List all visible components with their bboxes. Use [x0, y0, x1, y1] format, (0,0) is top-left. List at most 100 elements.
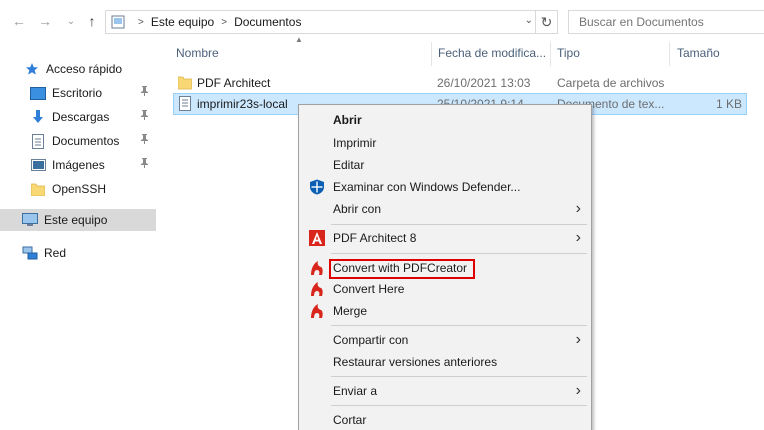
downloads-icon [30, 110, 46, 124]
sidebar-item-escritorio[interactable]: Escritorio [0, 82, 156, 104]
text-document-icon [179, 96, 191, 111]
sidebar-item-acceso-rapido[interactable]: Acceso rápido [0, 58, 156, 80]
sidebar-item-imagenes[interactable]: Imágenes [0, 154, 156, 176]
pin-icon [140, 86, 149, 99]
sidebar-item-openssh[interactable]: OpenSSH [0, 178, 156, 200]
computer-icon [111, 15, 125, 29]
sidebar-item-label: Documentos [52, 134, 120, 148]
file-type: Carpeta de archivos [557, 76, 665, 90]
windows-defender-icon [310, 179, 324, 195]
folder-icon [178, 76, 192, 90]
column-header-type[interactable]: Tipo [551, 40, 669, 66]
forward-arrow-icon: → [38, 13, 52, 29]
pdfcreator-icon [311, 261, 323, 275]
forward-button[interactable]: → [36, 12, 54, 30]
menu-item-convert-here[interactable]: Convert Here [301, 278, 589, 300]
pin-icon [140, 158, 149, 171]
up-arrow-icon: ↑ [88, 13, 96, 29]
menu-item-pdf-architect[interactable]: PDF Architect 8 › [301, 227, 589, 249]
star-icon [24, 62, 40, 76]
column-header-name[interactable]: Nombre [170, 40, 432, 66]
menu-item-merge[interactable]: Merge [301, 300, 589, 322]
refresh-icon: ↻ [540, 13, 553, 30]
pin-icon [140, 134, 149, 147]
sidebar-item-descargas[interactable]: Descargas [0, 106, 156, 128]
sidebar-item-este-equipo[interactable]: Este equipo [0, 209, 156, 231]
breadcrumb-este-equipo[interactable]: Este equipo [151, 15, 214, 29]
sidebar-item-label: Escritorio [52, 86, 103, 100]
back-arrow-icon: ← [12, 13, 26, 29]
up-button[interactable]: ↑ [83, 12, 101, 30]
pictures-icon [30, 158, 46, 172]
desktop-icon [30, 86, 46, 100]
file-name: PDF Architect [197, 76, 271, 90]
sidebar-item-red[interactable]: Red [0, 242, 156, 264]
back-button[interactable]: ← [10, 12, 28, 30]
menu-item-cortar[interactable]: Cortar [301, 409, 589, 430]
menu-item-label: Compartir con [333, 333, 409, 347]
column-divider[interactable] [669, 42, 670, 66]
file-name: imprimir23s-local [197, 97, 288, 111]
submenu-chevron-icon: › [575, 200, 581, 217]
menu-separator [331, 224, 587, 225]
menu-item-enviar-a[interactable]: Enviar a › [301, 380, 589, 402]
column-header-size[interactable]: Tamaño [671, 40, 751, 66]
column-header-label: Tipo [557, 46, 580, 60]
pdfcreator-icon [311, 282, 323, 296]
file-row-pdf-architect[interactable]: PDF Architect 26/10/2021 13:03 Carpeta d… [173, 72, 747, 94]
menu-item-compartir-con[interactable]: Compartir con › [301, 329, 589, 351]
chevron-down-icon: ⌄ [66, 15, 76, 27]
menu-item-label: Merge [333, 304, 368, 318]
file-size: 1 KB [715, 97, 742, 111]
menu-separator [331, 253, 587, 254]
address-bar[interactable]: > Este equipo > Documentos ⌄ ↻ [105, 10, 558, 34]
menu-separator [331, 376, 587, 377]
column-header-label: Tamaño [677, 46, 720, 60]
pdfcreator-icon [311, 304, 323, 318]
menu-item-label: Convert Here [333, 282, 405, 296]
menu-item-label: Abrir [333, 113, 362, 127]
menu-separator [331, 325, 587, 326]
file-date: 26/10/2021 13:03 [437, 76, 531, 90]
breadcrumb-separator-icon: > [138, 16, 144, 28]
column-header-label: Fecha de modifica... [438, 46, 547, 60]
sidebar-item-label: Imágenes [52, 158, 105, 172]
submenu-chevron-icon: › [575, 382, 581, 399]
search-input[interactable] [568, 10, 764, 34]
menu-item-restaurar-versiones[interactable]: Restaurar versiones anteriores [301, 351, 589, 373]
sidebar-item-documentos[interactable]: Documentos [0, 130, 156, 152]
menu-item-imprimir[interactable]: Imprimir [301, 132, 589, 154]
menu-item-label: Cortar [333, 413, 367, 427]
submenu-chevron-icon: › [575, 331, 581, 348]
sidebar-item-label: Acceso rápido [46, 62, 123, 76]
navigation-pane: Acceso rápido Escritorio Descargas Docum… [0, 44, 156, 430]
column-header-label: Nombre [176, 46, 219, 60]
menu-item-abrir-con[interactable]: Abrir con › [301, 198, 589, 220]
pin-icon [140, 110, 149, 123]
recent-locations-button[interactable]: ⌄ [62, 12, 80, 30]
menu-item-label: Editar [333, 158, 365, 172]
documents-icon [30, 133, 46, 149]
sidebar-item-label: Red [44, 246, 67, 260]
menu-item-windows-defender[interactable]: Examinar con Windows Defender... [301, 176, 589, 198]
annotation-highlight-box [329, 259, 475, 279]
breadcrumb-separator-icon: > [221, 16, 228, 28]
address-toolbar: ← → ⌄ ↑ > Este equipo > Documentos ⌄ ↻ [0, 0, 764, 44]
menu-item-label: Abrir con [333, 202, 382, 216]
column-header-date[interactable]: Fecha de modifica... [432, 40, 550, 66]
menu-item-label: PDF Architect 8 [333, 231, 417, 245]
menu-item-abrir[interactable]: Abrir [301, 109, 589, 131]
menu-separator [331, 405, 587, 406]
menu-item-label: Imprimir [333, 136, 377, 150]
sidebar-item-label: OpenSSH [52, 182, 107, 196]
folder-icon [30, 182, 46, 196]
sidebar-item-label: Descargas [52, 110, 110, 124]
menu-item-label: Examinar con Windows Defender... [333, 180, 521, 194]
address-dropdown-icon[interactable]: ⌄ [525, 15, 533, 26]
breadcrumb-documentos[interactable]: Documentos [234, 15, 301, 29]
menu-item-label: Restaurar versiones anteriores [333, 355, 498, 369]
menu-item-editar[interactable]: Editar [301, 154, 589, 176]
refresh-button[interactable]: ↻ [535, 11, 557, 33]
menu-item-label: Enviar a [333, 384, 378, 398]
submenu-chevron-icon: › [575, 229, 581, 246]
